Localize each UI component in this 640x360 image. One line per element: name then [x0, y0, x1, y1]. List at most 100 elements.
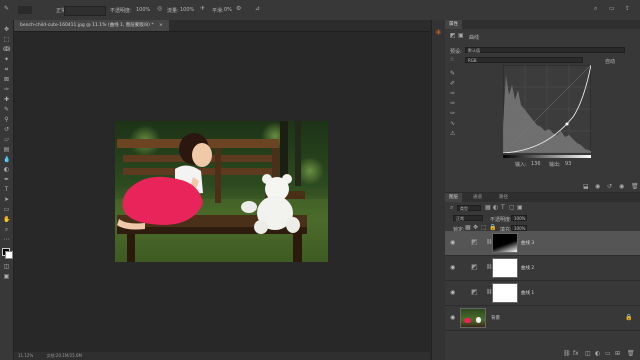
new-adjustment-icon[interactable]: ◐ [595, 350, 600, 357]
zoom-tool-icon[interactable]: ⌕ [3, 226, 10, 233]
workspace-icon[interactable]: ▭ [609, 5, 615, 12]
visibility-eye-icon[interactable]: ◉ [450, 239, 458, 247]
healing-brush-tool-icon[interactable]: ✚ [3, 96, 10, 103]
tab-channels[interactable]: 通道 [469, 193, 486, 202]
visibility-eye-icon[interactable]: ◉ [619, 183, 624, 190]
filter-search-icon[interactable]: ⌕ [450, 204, 453, 212]
eyedropper-tool-icon[interactable]: ✑ [3, 86, 10, 93]
layer-name[interactable]: 曲线 2 [521, 265, 534, 271]
symmetry-icon[interactable]: ⊿ [255, 5, 260, 12]
delete-icon[interactable]: 🗑 [631, 183, 639, 190]
move-tool-icon[interactable]: ✥ [3, 26, 10, 33]
lasso-tool-icon[interactable]: ↂ [3, 46, 10, 53]
zoom-level[interactable]: 11.12% [18, 353, 33, 358]
opacity-value[interactable]: 100% [136, 7, 150, 13]
input-value[interactable]: 136 [531, 161, 541, 167]
frame-tool-icon[interactable]: ⊠ [3, 76, 10, 83]
targeted-adjustment-icon[interactable]: ☝ [450, 56, 454, 63]
path-select-tool-icon[interactable]: ➤ [3, 196, 10, 203]
filter-type-icon[interactable]: T [501, 204, 505, 211]
close-icon[interactable]: × [159, 23, 163, 28]
brush-tool-icon[interactable]: ✎ [3, 106, 10, 113]
new-layer-icon[interactable]: ⊞ [615, 350, 620, 357]
clip-to-layer-icon[interactable]: ⬓ [583, 183, 589, 190]
filter-pixel-icon[interactable]: ▦ [485, 204, 491, 211]
edit-points-icon[interactable]: ✎ [450, 70, 455, 77]
visibility-eye-icon[interactable]: ◉ [450, 289, 458, 297]
visibility-eye-icon[interactable]: ◉ [450, 264, 458, 272]
draw-curve-icon[interactable]: ✐ [450, 80, 455, 87]
brush-size-field[interactable] [18, 6, 32, 14]
output-value[interactable]: 93 [565, 161, 571, 167]
tab-paths[interactable]: 路径 [495, 193, 512, 202]
layer-mask-thumbnail[interactable] [492, 233, 518, 253]
link-layers-icon[interactable]: ⛓ [563, 350, 571, 357]
crop-tool-icon[interactable]: ⌗ [3, 66, 10, 73]
layer-row-curves-3[interactable]: ◉ ◩ ⛓ 曲线 3 [445, 231, 640, 256]
channel-dropdown[interactable]: RGB [465, 57, 583, 63]
screen-mode-icon[interactable]: ▣ [3, 273, 10, 280]
add-mask-icon[interactable]: ◫ [585, 350, 591, 357]
preset-dropdown[interactable]: 默认值 [465, 47, 625, 53]
layer-mask-thumbnail[interactable] [492, 283, 518, 303]
pressure-opacity-icon[interactable]: ◎ [157, 5, 162, 12]
hand-tool-icon[interactable]: ✋ [3, 216, 10, 223]
pen-tool-icon[interactable]: ✒ [3, 176, 10, 183]
visibility-eye-icon[interactable]: ◉ [450, 314, 458, 322]
lock-artboard-icon[interactable]: ⬚ [481, 224, 487, 231]
document-tab[interactable]: bench-child-cute-160411.jpg @ 11.1% (曲线 … [14, 20, 169, 31]
layer-row-curves-1[interactable]: ◉ ◩ ⛓ 曲线 1 [445, 281, 640, 306]
layer-row-curves-2[interactable]: ◉ ◩ ⛓ 曲线 2 [445, 256, 640, 281]
eraser-tool-icon[interactable]: ▱ [3, 136, 10, 143]
auto-button[interactable]: 自动 [605, 58, 615, 65]
history-brush-tool-icon[interactable]: ↺ [3, 126, 10, 133]
history-panel-icon[interactable]: ✳ [435, 28, 442, 37]
tab-properties[interactable]: 属性 [445, 20, 462, 29]
background-color-swatch[interactable] [5, 251, 13, 259]
blur-tool-icon[interactable]: 💧 [3, 156, 10, 163]
gray-point-eyedropper-icon[interactable]: ✑ [450, 100, 455, 107]
layer-thumbnail[interactable] [460, 308, 486, 328]
lock-all-icon[interactable]: 🔒 [489, 224, 496, 231]
lock-pixels-icon[interactable]: ▦ [465, 224, 471, 231]
view-previous-icon[interactable]: ◉ [595, 183, 600, 190]
lock-position-icon[interactable]: ✥ [473, 224, 478, 231]
mask-icon[interactable]: ▣ [458, 32, 464, 39]
layer-name[interactable]: 曲线 1 [521, 290, 534, 296]
clone-stamp-tool-icon[interactable]: ⚲ [3, 116, 10, 123]
filter-smart-object-icon[interactable]: ▣ [517, 204, 523, 211]
curve-control-point[interactable] [565, 122, 569, 126]
blend-mode-dropdown[interactable]: 正常 [453, 215, 483, 221]
opacity-input[interactable]: 100% [511, 215, 527, 221]
new-group-icon[interactable]: ▭ [605, 350, 611, 357]
shape-tool-icon[interactable]: ▭ [3, 206, 10, 213]
filter-kind-dropdown[interactable]: 类型 [457, 205, 481, 211]
settings-gear-icon[interactable]: ⚙ [236, 5, 241, 12]
dodge-tool-icon[interactable]: ◐ [3, 166, 10, 173]
filter-adjustment-icon[interactable]: ◐ [493, 204, 498, 211]
type-tool-icon[interactable]: T [3, 186, 10, 193]
brush-tool-icon[interactable]: ✎ [4, 5, 9, 12]
layer-name[interactable]: 曲线 3 [521, 240, 534, 246]
layer-mask-thumbnail[interactable] [492, 258, 518, 278]
quick-select-tool-icon[interactable]: ✦ [3, 56, 10, 63]
filter-shape-icon[interactable]: ▢ [509, 204, 515, 211]
share-icon[interactable]: ⇪ [625, 5, 630, 12]
flow-value[interactable]: 100% [180, 7, 194, 13]
document-image[interactable] [115, 121, 328, 262]
white-point-eyedropper-icon[interactable]: ✑ [450, 110, 455, 117]
lock-icon[interactable]: 🔒 [625, 314, 632, 321]
black-point-eyedropper-icon[interactable]: ✑ [450, 90, 455, 97]
smoothing-value[interactable]: 0% [224, 7, 232, 13]
layer-style-icon[interactable]: fx [573, 350, 579, 357]
gradient-tool-icon[interactable]: ▤ [3, 146, 10, 153]
quick-mask-icon[interactable]: ◫ [3, 263, 10, 270]
marquee-tool-icon[interactable]: ⬚ [3, 36, 10, 43]
reset-icon[interactable]: ↺ [607, 183, 612, 190]
layer-name[interactable]: 背景 [491, 315, 500, 321]
airbrush-icon[interactable]: ✈ [200, 5, 205, 12]
tab-layers[interactable]: 图层 [445, 193, 462, 202]
clipping-warning-icon[interactable]: ⚠ [450, 130, 455, 137]
more-tools-icon[interactable]: ⋯ [3, 236, 10, 243]
smooth-curve-icon[interactable]: ∿ [450, 120, 455, 127]
